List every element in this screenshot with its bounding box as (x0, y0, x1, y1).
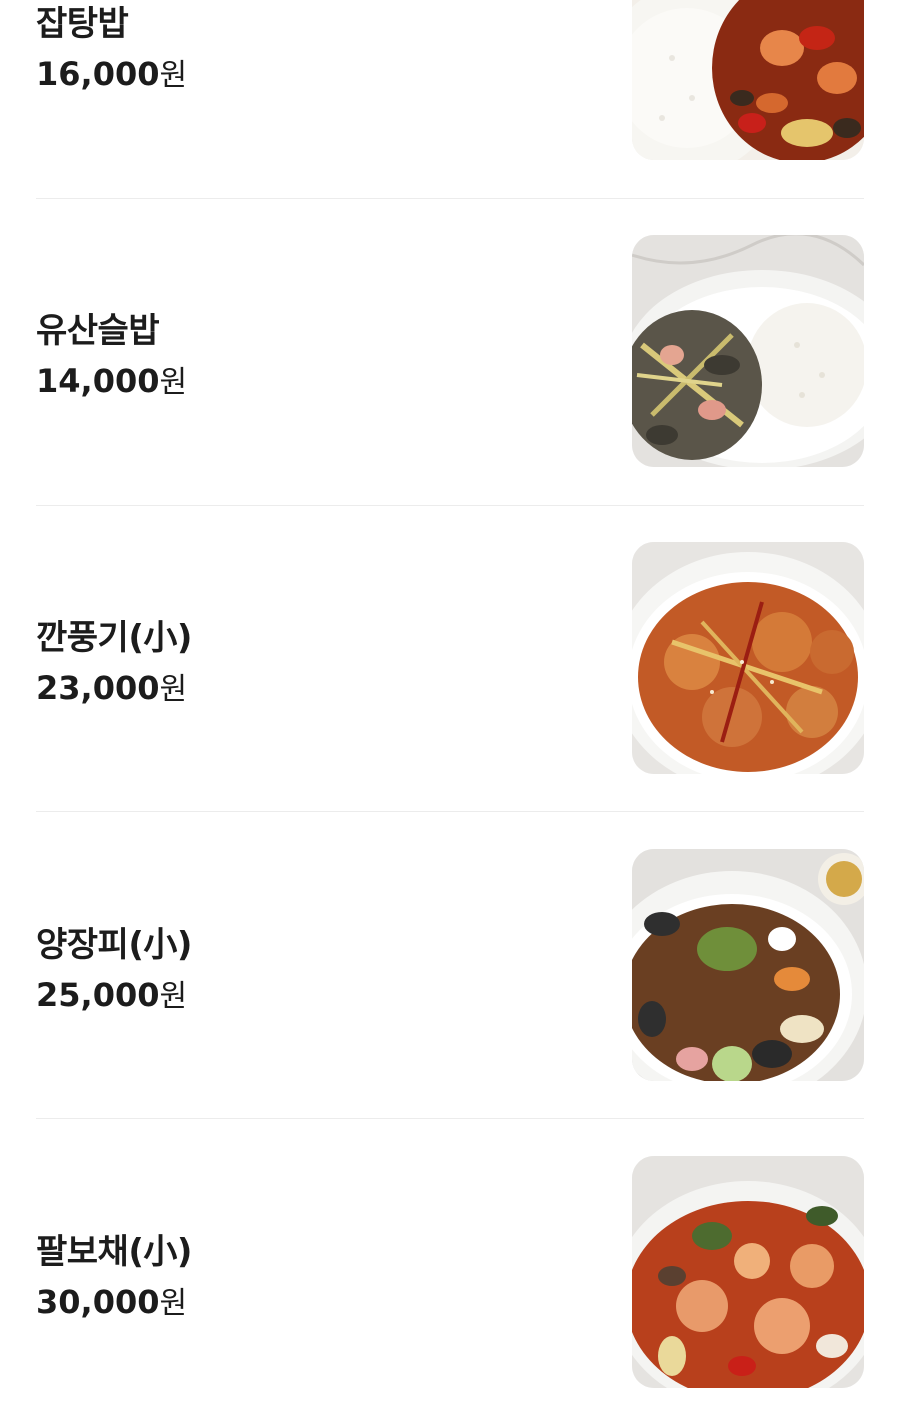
yusanseulbap-image (632, 235, 864, 467)
menu-item-japtangbap[interactable]: 잡탕밥 16,000원 (36, 0, 864, 160)
menu-item-info: 깐풍기(小) 23,000원 (36, 542, 596, 774)
menu-item-name: 깐풍기(小) (36, 618, 192, 658)
menu-item-info: 잡탕밥 16,000원 (36, 0, 596, 160)
yangjangpi-image (632, 849, 864, 1081)
japtangbap-image (632, 0, 864, 160)
yusanseulbap-photo[interactable] (632, 235, 864, 467)
menu-list: 잡탕밥 16,000원 유산슬밥 14,000원 깐풍기(小) 23,000원 … (0, 0, 900, 1414)
menu-item-yusanseulbap[interactable]: 유산슬밥 14,000원 (36, 235, 864, 467)
kkanpunggi-photo[interactable] (632, 542, 864, 774)
yangjangpi-photo[interactable] (632, 849, 864, 1081)
kkanpunggi-image (632, 542, 864, 774)
menu-item-kkanpunggi[interactable]: 깐풍기(小) 23,000원 (36, 542, 864, 774)
menu-item-price: 14,000원 (36, 362, 188, 400)
menu-item-info: 유산슬밥 14,000원 (36, 235, 596, 467)
menu-item-price: 23,000원 (36, 669, 188, 707)
menu-item-price: 30,000원 (36, 1283, 188, 1321)
menu-item-name: 양장피(小) (36, 925, 192, 965)
divider (36, 1118, 864, 1119)
menu-item-info: 양장피(小) 25,000원 (36, 849, 596, 1081)
menu-item-name: 유산슬밥 (36, 311, 160, 351)
palbochae-photo[interactable] (632, 1156, 864, 1388)
menu-item-info: 팔보채(小) 30,000원 (36, 1156, 596, 1388)
divider (36, 811, 864, 812)
menu-item-yangjangpi[interactable]: 양장피(小) 25,000원 (36, 849, 864, 1081)
divider (36, 198, 864, 199)
divider (36, 505, 864, 506)
menu-item-name: 잡탕밥 (36, 4, 129, 44)
menu-item-price: 25,000원 (36, 976, 188, 1014)
menu-item-palbochae[interactable]: 팔보채(小) 30,000원 (36, 1156, 864, 1388)
palbochae-image (632, 1156, 864, 1388)
menu-item-price: 16,000원 (36, 55, 188, 93)
japtangbap-photo[interactable] (632, 0, 864, 160)
menu-item-name: 팔보채(小) (36, 1232, 192, 1272)
